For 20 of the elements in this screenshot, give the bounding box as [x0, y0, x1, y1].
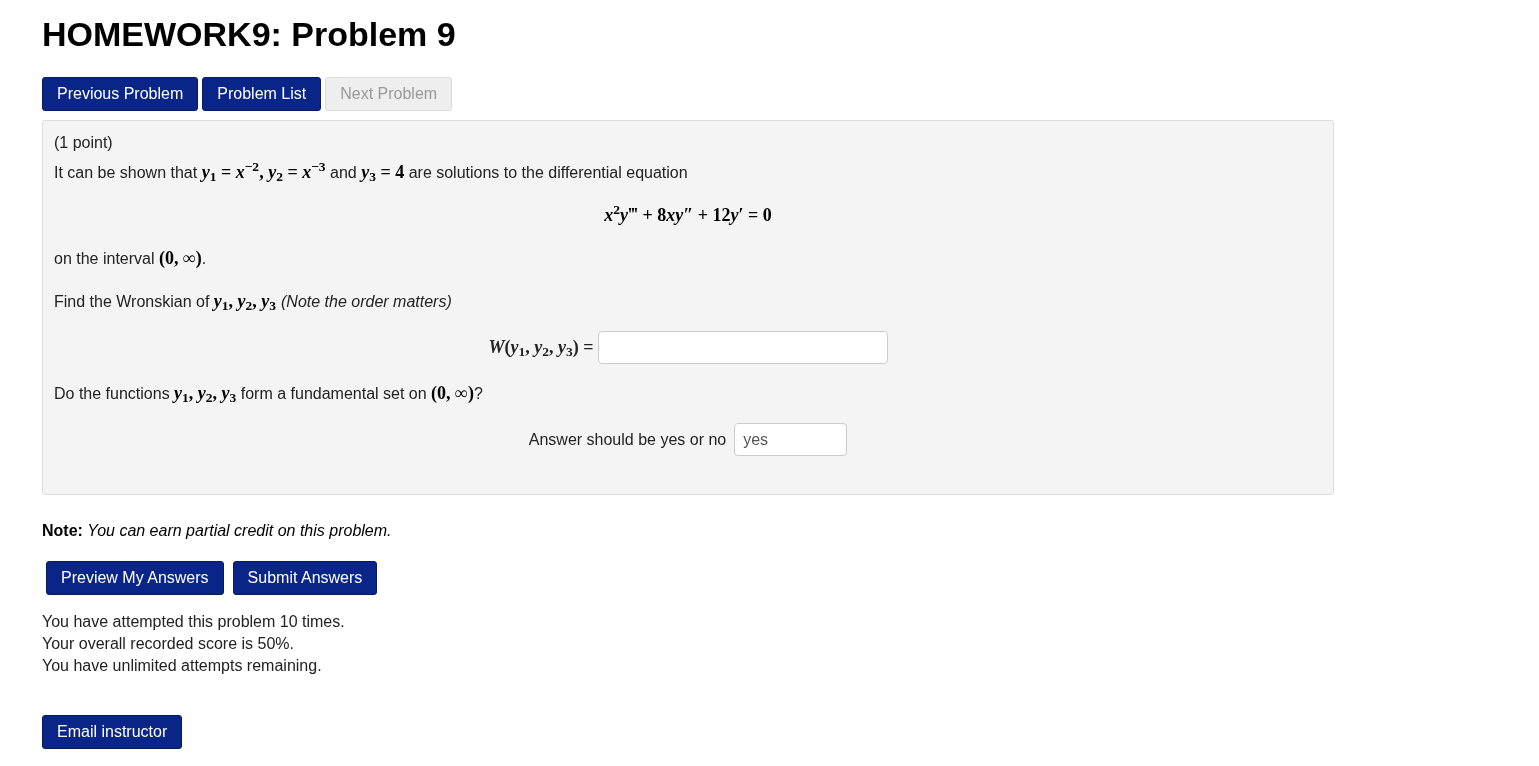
problem-text: Do the functions y$_{1}$, y$_{2}$, y$_{3}$ form a fundamental set on (0, ∞)?: [54, 382, 484, 407]
note-text: Note: You can earn partial credit on this problem.: [42, 521, 393, 541]
problem-text: Find the Wronskian of y$_{1}$, y$_{2}$, y$_{3}$ (Note the order matters): [54, 290, 453, 315]
page-title: HOMEWORK9: Problem 9: [42, 14, 457, 55]
answer-field[interactable]: [597, 331, 888, 364]
answer-field[interactable]: yes: [734, 423, 848, 456]
status-text: You have attempted this problem 10 times.: [42, 612, 346, 632]
nav-button[interactable]: Problem List: [202, 77, 322, 111]
submit-button[interactable]: Submit Answers: [232, 561, 378, 595]
problem-text: It can be shown that y$_{1}$ = x$^{−2}$, y$_{2}$ = x$^{−3}$ and y$_{3}$ = 4 are solutions to the differential equation: [54, 159, 689, 186]
nav-button[interactable]: Previous Problem: [42, 77, 199, 111]
problem-text: on the interval (0, ∞).: [54, 247, 208, 270]
email-button[interactable]: Email instructor: [42, 715, 183, 749]
answer-label: Answer should be yes or no: [528, 429, 727, 450]
status-text: You have unlimited attempts remaining.: [42, 656, 323, 676]
points-label: (1 point): [54, 133, 114, 153]
answer-label: W(y$_{1}$, y$_{2}$, y$_{3}$) =: [488, 336, 594, 361]
equation: x$^{2}$y‴ + 8xy″ + 12y′ = 0: [604, 202, 772, 227]
status-text: Your overall recorded score is 50%.: [42, 634, 295, 654]
submit-button[interactable]: Preview My Answers: [46, 561, 224, 595]
